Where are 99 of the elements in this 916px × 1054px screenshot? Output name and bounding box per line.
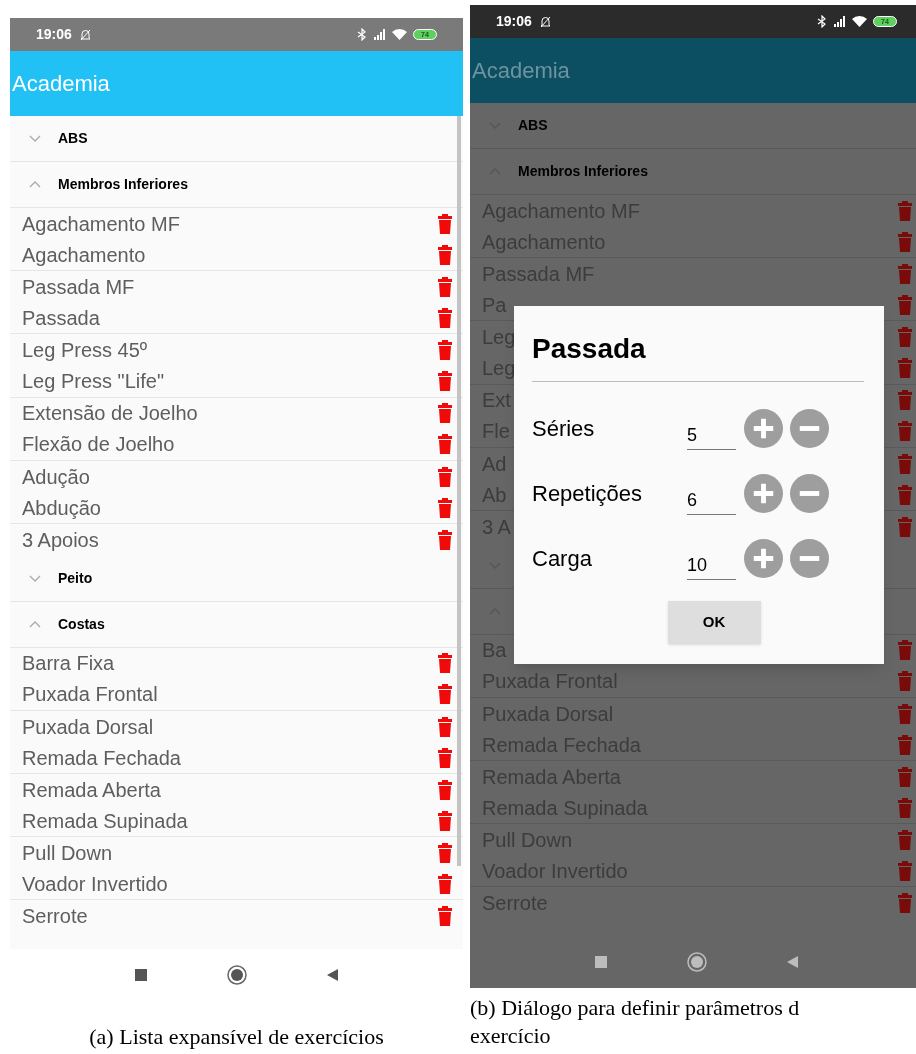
group-header[interactable]: Membros Inferiores xyxy=(470,149,916,195)
trash-icon[interactable] xyxy=(898,200,912,221)
exercise-name[interactable]: Serrote xyxy=(22,904,88,929)
field-label: Repetições xyxy=(532,480,644,508)
trash-icon[interactable] xyxy=(438,842,452,863)
signal-icon xyxy=(374,29,386,40)
exercise-name[interactable]: Puxada Dorsal xyxy=(22,714,154,739)
minus-icon[interactable] xyxy=(790,539,829,578)
group-header[interactable]: ABS xyxy=(470,103,916,149)
bell-off-icon xyxy=(79,28,91,41)
trash-icon[interactable] xyxy=(438,308,452,329)
exercise-name[interactable]: Agachamento MF xyxy=(22,211,180,236)
trash-icon[interactable] xyxy=(438,340,452,361)
trash-icon[interactable] xyxy=(898,358,912,379)
trash-icon[interactable] xyxy=(898,671,912,692)
trash-icon[interactable] xyxy=(898,231,912,252)
number-field[interactable]: 6 xyxy=(687,486,736,515)
chevron-down-icon[interactable] xyxy=(29,574,41,582)
figure-caption: (b) Diálogo para definir parâmetros d xyxy=(470,994,801,1022)
exercise-name[interactable]: 3 Apoios xyxy=(22,527,99,552)
trash-icon[interactable] xyxy=(438,810,452,831)
field-label: Carga xyxy=(532,545,593,573)
trash-icon[interactable] xyxy=(898,516,912,537)
trash-icon[interactable] xyxy=(898,264,912,284)
chevron-down-icon[interactable] xyxy=(29,135,41,142)
trash-icon[interactable] xyxy=(438,874,452,894)
figure-caption: (a) Lista expansível de exercícios xyxy=(89,1023,384,1051)
trash-icon[interactable] xyxy=(898,797,912,818)
exercise-name[interactable]: Adução xyxy=(22,464,90,489)
trash-icon[interactable] xyxy=(898,421,912,442)
wifi-icon xyxy=(852,16,867,27)
trash-icon[interactable] xyxy=(438,403,452,424)
exercise-name[interactable]: Leg Press 45º xyxy=(22,338,148,363)
exercise-name[interactable]: Abdução xyxy=(22,495,101,520)
exercise-name[interactable]: Passada xyxy=(22,306,100,331)
exercise-name[interactable]: Leg Press "Life" xyxy=(22,369,165,394)
trash-icon[interactable] xyxy=(438,906,452,927)
trash-icon[interactable] xyxy=(438,371,452,392)
exercise-name[interactable]: Puxada Frontal xyxy=(22,682,158,707)
ok-button[interactable]: OK xyxy=(667,601,761,644)
minus-icon[interactable] xyxy=(790,409,829,448)
trash-icon[interactable] xyxy=(438,213,452,234)
exercise-name[interactable]: Pull Down xyxy=(22,840,113,865)
number-field[interactable]: 5 xyxy=(687,421,736,450)
trash-icon[interactable] xyxy=(898,893,912,914)
trash-icon[interactable] xyxy=(898,390,912,411)
back-triangle-icon[interactable] xyxy=(787,956,798,968)
trash-icon[interactable] xyxy=(898,327,912,348)
trash-icon[interactable] xyxy=(438,747,452,768)
trash-icon[interactable] xyxy=(438,244,452,265)
trash-icon[interactable] xyxy=(898,766,912,787)
chevron-up-icon[interactable] xyxy=(29,181,41,188)
dialog-title: Passada xyxy=(532,332,647,366)
trash-icon[interactable] xyxy=(438,716,452,737)
home-circle-icon[interactable] xyxy=(687,952,707,972)
plus-icon[interactable] xyxy=(744,474,783,513)
home-circle-icon[interactable] xyxy=(227,965,247,985)
clock-time: 19:06 xyxy=(496,12,532,31)
trash-icon[interactable] xyxy=(438,653,452,674)
trash-icon[interactable] xyxy=(438,779,452,800)
exercise-name[interactable]: Voador Invertido xyxy=(22,872,168,896)
trash-icon[interactable] xyxy=(898,484,912,505)
trash-icon[interactable] xyxy=(438,466,452,487)
app-title: Academia xyxy=(471,57,570,85)
trash-icon[interactable] xyxy=(898,703,912,724)
exercise-name[interactable]: Agachamento xyxy=(22,242,146,267)
trash-icon[interactable] xyxy=(438,497,452,518)
trash-icon[interactable] xyxy=(898,640,912,661)
plus-icon[interactable] xyxy=(744,539,783,578)
exercise-name[interactable]: Barra Fixa xyxy=(22,651,115,676)
exercise-name[interactable]: Remada Fechada xyxy=(22,745,181,770)
plus-icon[interactable] xyxy=(744,409,783,448)
chevron-up-icon[interactable] xyxy=(29,620,41,628)
signal-icon xyxy=(834,16,846,27)
trash-icon[interactable] xyxy=(898,861,912,881)
trash-icon[interactable] xyxy=(898,734,912,755)
bell-off-icon xyxy=(539,15,551,28)
wifi-icon xyxy=(392,29,407,40)
figure-caption: exercício xyxy=(470,1022,552,1050)
clock-time: 19:06 xyxy=(36,25,72,44)
exercise-name[interactable]: Remada Aberta xyxy=(22,777,161,802)
trash-icon[interactable] xyxy=(438,529,452,550)
back-triangle-icon[interactable] xyxy=(327,969,338,981)
app-title: Academia xyxy=(11,70,110,98)
number-field[interactable]: 10 xyxy=(687,551,736,580)
exercise-name[interactable]: Flexão de Joelho xyxy=(22,432,175,457)
trash-icon[interactable] xyxy=(898,453,912,474)
bluetooth-icon xyxy=(356,28,368,41)
exercise-name[interactable]: Remada Supinada xyxy=(22,808,188,833)
exercise-name[interactable]: Passada MF xyxy=(22,275,135,299)
trash-icon[interactable] xyxy=(438,684,452,705)
exercise-name[interactable]: Extensão de Joelho xyxy=(22,401,198,426)
trash-icon[interactable] xyxy=(438,434,452,455)
minus-icon[interactable] xyxy=(790,474,829,513)
field-label: Séries xyxy=(532,415,596,443)
bluetooth-icon xyxy=(816,15,828,28)
trash-icon[interactable] xyxy=(438,277,452,297)
trash-icon[interactable] xyxy=(898,295,912,316)
trash-icon[interactable] xyxy=(898,829,912,850)
